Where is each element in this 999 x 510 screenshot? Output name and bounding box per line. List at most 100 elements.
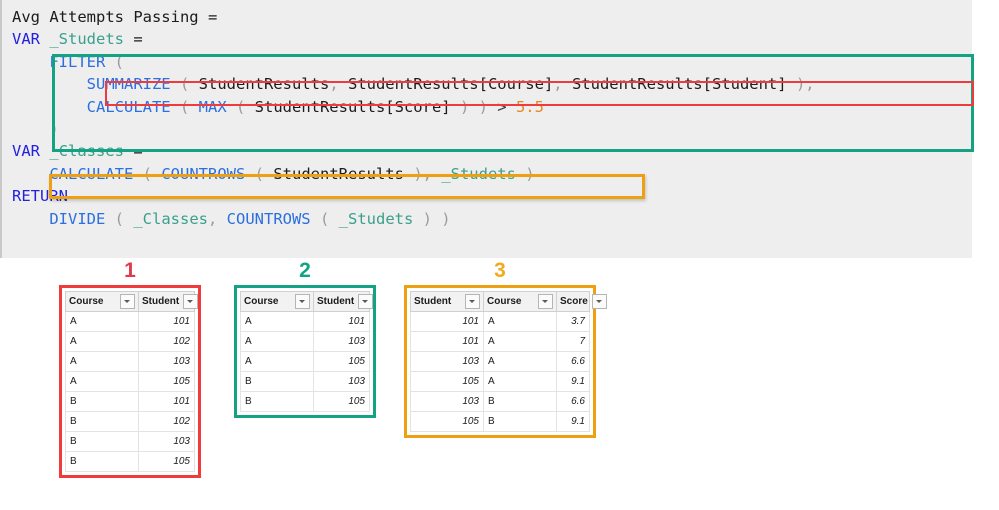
code-token: ), [403,164,442,183]
column-header-course: Course [483,291,557,312]
table-1-number-label: 1 [124,259,136,282]
table-row: B 101 [65,391,195,412]
code-token: SUMMARIZE [86,75,171,94]
table-cell: 9.1 [556,371,590,392]
column-header-label: Course [487,296,522,307]
code-token: > [487,97,516,116]
table-cell: 105 [410,411,484,432]
table-row: A 101 [240,311,370,332]
table-cell: A [240,331,314,352]
code-token: ), [786,75,815,94]
table-cell: 105 [313,391,370,412]
code-token: ( [170,97,199,116]
code-token: MAX [198,97,227,116]
chevron-down-icon[interactable] [183,294,199,309]
table-cell: 105 [313,351,370,372]
code-token: CALCULATE [49,164,134,183]
chevron-down-icon[interactable] [591,294,607,309]
table-row: B 103 [240,371,370,392]
table-1-frame: Course Student A 101 A 102 A 103 A 105 B 101 B 102 B 10… [59,285,201,478]
code-line-5: CALCULATE ( MAX ( StudentResults[Score] … [12,96,815,118]
column-header-course: Course [65,291,139,312]
table-cell: 101 [313,311,370,332]
code-token: StudentResults[Course] [347,75,554,94]
column-header-label: Student [414,296,452,307]
code-token: FILTER [49,52,106,71]
table-3-number-label: 3 [494,259,506,282]
code-token: , [207,209,227,228]
table-row: A 105 [240,351,370,372]
table-row: 101 A 3.7 [410,311,590,332]
result-table-2-group: 2 Course Student A 101 A 103 A 105 B 103 B 105 [234,258,376,418]
table-cell: A [483,351,557,372]
code-token: _Studets [338,209,414,228]
table-cell: B [65,411,139,432]
chevron-down-icon[interactable] [538,294,553,309]
table-cell: B [240,391,314,412]
dax-code-panel: Avg Attempts Passing = VAR _Studets = FIL… [0,0,974,258]
code-token: StudentResults [273,164,404,183]
result-table-3-group: 3 Student Course Score 101 A 3.7 101 A 7 103 A 6.6 10… [404,258,607,438]
table-row: A 105 [65,371,195,392]
column-header-label: Course [244,296,279,307]
column-header-course: Course [240,291,314,312]
code-line-9: RETURN [12,185,815,207]
table-cell: 103 [138,431,195,452]
code-token: ) [515,164,535,183]
table-row: B 103 [65,431,195,452]
code-token: 5.5 [515,97,544,116]
code-line-6: ) [12,118,815,140]
code-token: StudentResults[Student] [571,75,787,94]
table-cell: 3.7 [556,311,590,332]
chevron-down-icon[interactable] [295,294,310,309]
table-cell: 101 [138,391,195,412]
chevron-down-icon[interactable] [358,294,374,309]
table-cell: 6.6 [556,351,590,372]
table-cell: B [483,411,557,432]
code-token: ( [133,164,162,183]
code-line-10: DIVIDE ( _Classes, COUNTROWS ( _Studets … [12,208,815,230]
table-cell: A [65,351,139,372]
table-cell: 105 [138,371,195,392]
table-header-row: Student Course Score [410,291,607,312]
table-cell: 103 [313,331,370,352]
table-cell: A [65,331,139,352]
code-line-8: CALCULATE ( COUNTROWS ( StudentResults )… [12,163,815,185]
table-cell: B [483,391,557,412]
code-token: DIVIDE [49,209,106,228]
code-token: , [553,75,572,94]
column-header-label: Student [317,296,355,307]
chevron-down-icon[interactable] [120,294,135,309]
table-row: A 103 [65,351,195,372]
code-token: VAR [12,142,40,161]
code-token: Avg Attempts Passing = [12,8,218,26]
column-header-student: Student [313,291,374,312]
code-token: ( [170,75,199,94]
table-cell: 103 [410,391,484,412]
code-token: ( [226,97,255,116]
table-cell: 103 [410,351,484,372]
table-cell: 101 [138,311,195,332]
table-cell: A [65,371,139,392]
table-cell: 101 [410,311,484,332]
code-token: = [124,142,143,161]
code-line-3: FILTER ( [12,51,815,73]
result-table-1-group: 1 Course Student A 101 A 102 A 103 A 105 B 101 B 102 B 1… [59,258,201,478]
code-token: CALCULATE [86,97,171,116]
code-token: ) ) [413,209,451,228]
table-row: A 102 [65,331,195,352]
table-cell: 102 [138,411,195,432]
result-table-1: Course Student A 101 A 102 A 103 A 105 B 101 B 102 B 10… [65,291,199,472]
chevron-down-icon[interactable] [465,294,480,309]
column-header-score: Score [556,291,607,312]
table-row: 105 A 9.1 [410,371,590,392]
table-cell: 103 [313,371,370,392]
code-token: VAR [12,30,40,49]
column-header-student: Student [410,291,484,312]
table-cell: 105 [138,451,195,472]
table-cell: 6.6 [556,391,590,412]
code-token: COUNTROWS [226,209,311,228]
